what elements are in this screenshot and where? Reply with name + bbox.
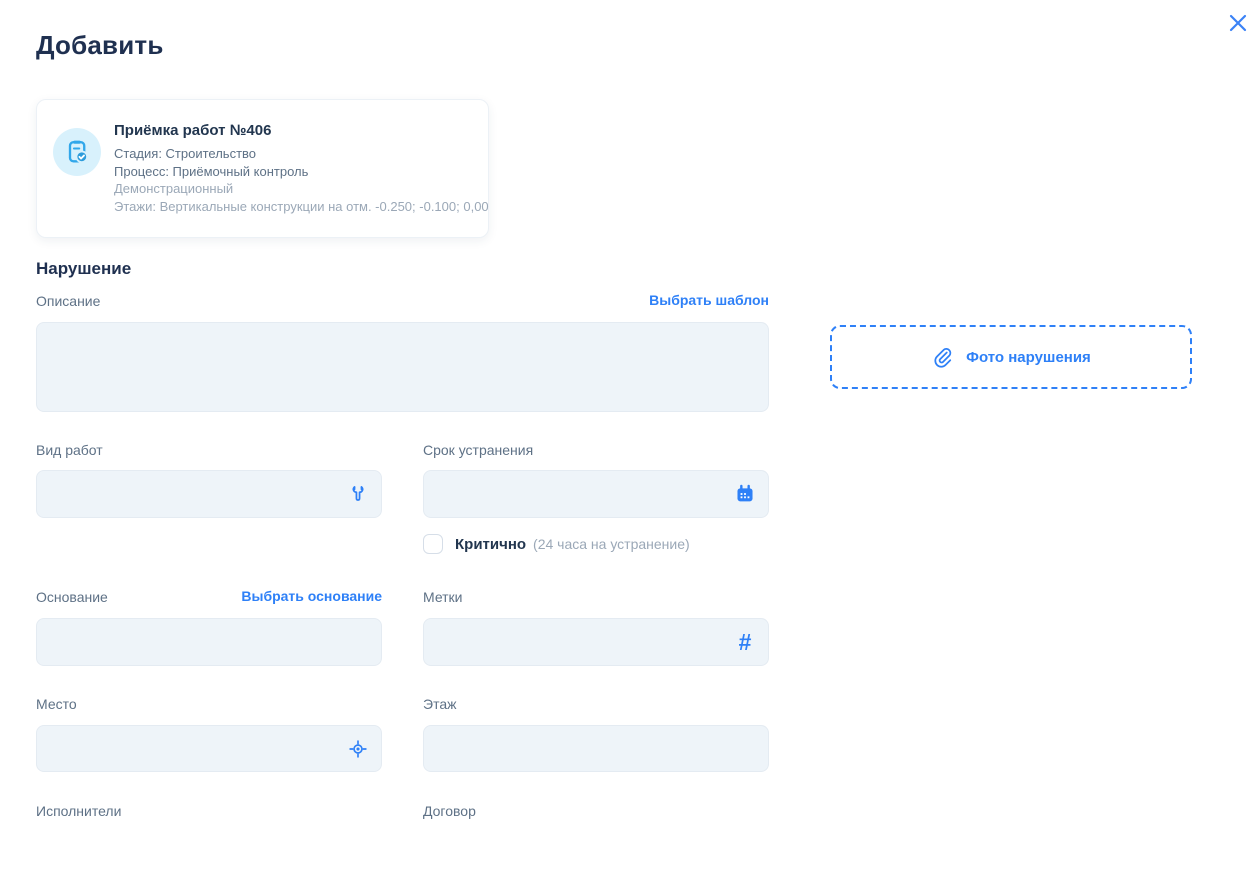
violation-section-title: Нарушение (36, 259, 131, 279)
place-input[interactable] (36, 725, 382, 772)
work-card-project: Демонстрационный (114, 180, 478, 198)
work-card-floors: Этажи: Вертикальные конструкции на отм. … (114, 198, 478, 216)
photo-button-label: Фото нарушения (966, 349, 1091, 366)
place-label: Место (36, 696, 77, 712)
basis-input[interactable] (36, 618, 382, 666)
tags-input[interactable] (423, 618, 769, 666)
work-acceptance-card: Приёмка работ №406 Стадия: Строительство… (36, 99, 489, 238)
work-card-title: Приёмка работ №406 (114, 122, 478, 139)
executors-label: Исполнители (36, 803, 121, 819)
tags-label: Метки (423, 589, 463, 605)
crosshair-icon[interactable] (346, 737, 370, 761)
critical-checkbox[interactable] (423, 534, 443, 554)
floor-label: Этаж (423, 696, 456, 712)
choose-basis-link[interactable]: Выбрать основание (241, 588, 382, 604)
floor-input[interactable] (423, 725, 769, 772)
contract-label: Договор (423, 803, 476, 819)
work-card-body: Приёмка работ №406 Стадия: Строительство… (114, 122, 478, 215)
work-type-label: Вид работ (36, 442, 103, 458)
critical-row: Критично (24 часа на устранение) (423, 533, 690, 555)
description-textarea[interactable] (36, 322, 769, 412)
work-card-process: Процесс: Приёмочный контроль (114, 163, 478, 181)
add-violation-dialog: Добавить Приёмка работ №406 Стадия: Стро… (0, 0, 1255, 888)
clipboard-check-icon (53, 128, 101, 176)
deadline-label: Срок устранения (423, 442, 533, 458)
choose-template-link[interactable]: Выбрать шаблон (649, 292, 769, 308)
hash-icon[interactable]: # (733, 630, 757, 654)
add-violation-photo-button[interactable]: Фото нарушения (830, 325, 1192, 389)
calendar-icon[interactable] (733, 482, 757, 506)
work-card-stage: Стадия: Строительство (114, 145, 478, 163)
close-icon[interactable] (1222, 7, 1254, 39)
page-title: Добавить (36, 30, 164, 61)
deadline-input[interactable] (423, 470, 769, 518)
wrench-icon[interactable] (346, 482, 370, 506)
basis-label: Основание (36, 589, 108, 605)
critical-hint: (24 часа на устранение) (533, 536, 690, 552)
work-type-input[interactable] (36, 470, 382, 518)
description-label: Описание (36, 293, 100, 309)
paperclip-icon (931, 346, 953, 368)
critical-label: Критично (455, 536, 526, 553)
dialog-footer: Добавить ещё одно нарушение Отменить Сох… (0, 832, 1255, 888)
